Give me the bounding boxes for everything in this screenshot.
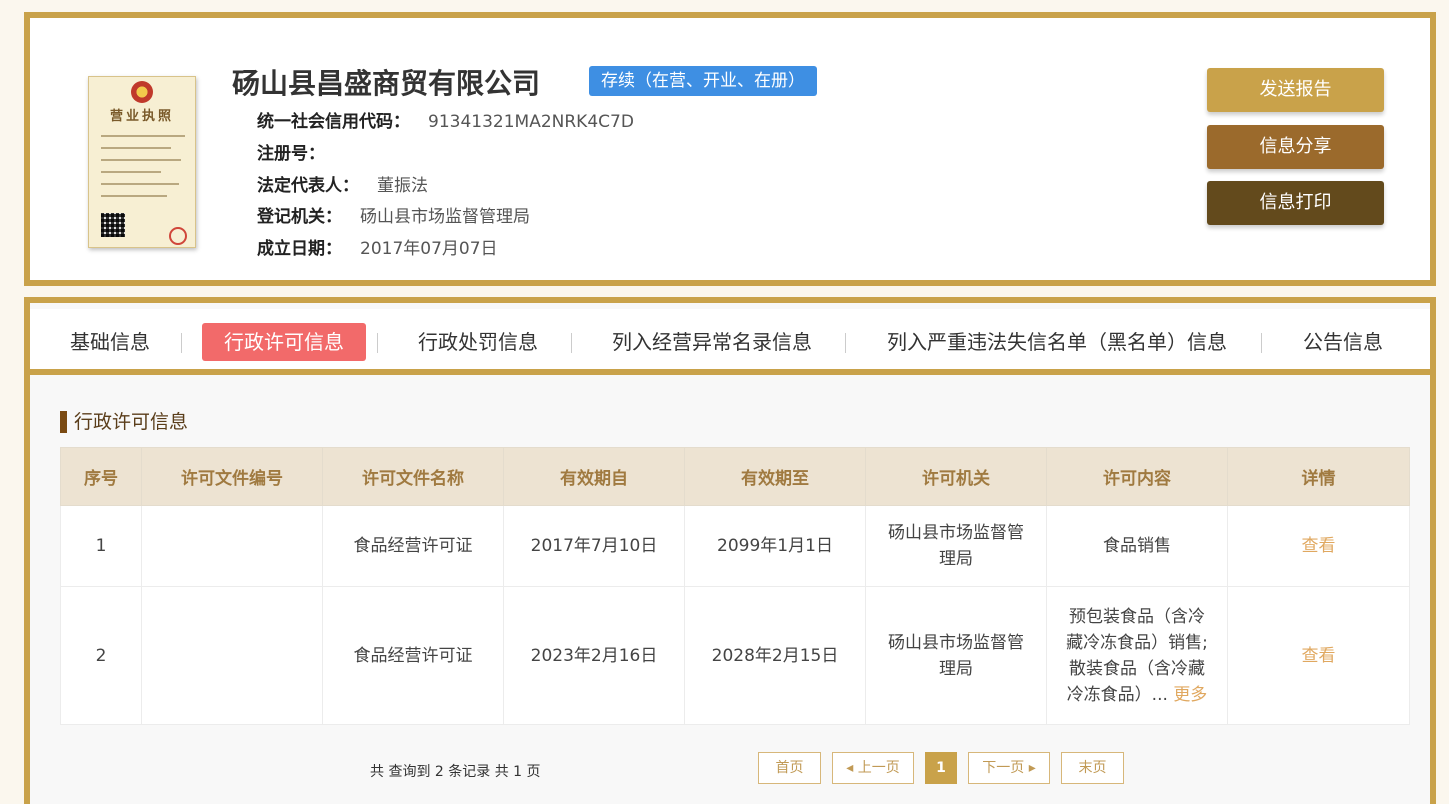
info-label: 统一社会信用代码： [257, 112, 410, 132]
column-header: 有效期自 [503, 447, 685, 506]
info-value: 91341321MA2NRK4C7D [428, 112, 634, 132]
national-emblem-icon [131, 81, 153, 103]
cell-doc-name: 食品经营许可证 [322, 505, 504, 587]
column-header: 许可机关 [865, 447, 1047, 506]
detail-panel: 基础信息 行政许可信息 行政处罚信息 列入经营异常名录信息 列入严重违法失信名单… [24, 297, 1436, 804]
cell-content: 食品销售 [1046, 505, 1228, 587]
license-table: 序号 许可文件编号 许可文件名称 有效期自 有效期至 许可机关 许可内容 详情 … [60, 447, 1410, 725]
content-text: 食品销售 [1103, 536, 1171, 556]
license-text-line [101, 195, 167, 197]
column-header: 许可内容 [1046, 447, 1228, 506]
first-page-button[interactable]: 首页 [758, 752, 821, 784]
cell-authority: 砀山县市场监督管理局 [865, 586, 1047, 725]
info-credit-code: 统一社会信用代码： 91341321MA2NRK4C7D [257, 107, 634, 132]
last-page-button[interactable]: 末页 [1061, 752, 1124, 784]
company-card: 营业执照 砀山县昌盛商贸有限公司 存续（在营、开业、在册） 统一社会信用代码： 9… [24, 12, 1436, 286]
license-text-line [101, 183, 179, 185]
seal-icon [169, 227, 187, 245]
tab-separator [377, 333, 378, 353]
tab-announcements[interactable]: 公告信息 [1281, 323, 1405, 361]
column-header: 详情 [1227, 447, 1410, 506]
send-report-button[interactable]: 发送报告 [1207, 68, 1384, 112]
cell-valid-to: 2028年2月15日 [684, 586, 866, 725]
cell-doc-name: 食品经营许可证 [322, 586, 504, 725]
company-name: 砀山县昌盛商贸有限公司 [232, 67, 541, 100]
tab-separator [181, 333, 182, 353]
cell-no: 2 [60, 586, 142, 725]
cell-valid-from: 2023年2月16日 [503, 586, 685, 725]
qr-code-icon [101, 213, 125, 237]
tab-blacklist[interactable]: 列入严重违法失信名单（黑名单）信息 [865, 323, 1249, 361]
license-text-line [101, 171, 161, 173]
cell-valid-to: 2099年1月1日 [684, 505, 866, 587]
tab-separator [571, 333, 572, 353]
tab-separator [1261, 333, 1262, 353]
tab-separator [845, 333, 846, 353]
table-row: 2 食品经营许可证 2023年2月16日 2028年2月15日 砀山县市场监督管… [60, 586, 1410, 725]
license-text-line [101, 159, 181, 161]
info-value: 董振法 [377, 176, 428, 196]
cell-no: 1 [60, 505, 142, 587]
cell-detail: 查看 [1227, 586, 1410, 725]
record-summary: 共 查询到 2 条记录 共 1 页 [370, 764, 541, 780]
cell-doc-no [141, 505, 323, 587]
tab-admin-penalty[interactable]: 行政处罚信息 [396, 323, 560, 361]
status-badge: 存续（在营、开业、在册） [589, 66, 817, 96]
section-title: 行政许可信息 [60, 411, 188, 433]
current-page-button[interactable]: 1 [925, 752, 957, 784]
cell-valid-from: 2017年7月10日 [503, 505, 685, 587]
info-value: 2017年07月07日 [360, 239, 498, 259]
table-row: 1 食品经营许可证 2017年7月10日 2099年1月1日 砀山县市场监督管理… [60, 505, 1410, 587]
column-header: 许可文件名称 [322, 447, 504, 506]
tab-basic-info[interactable]: 基础信息 [48, 323, 172, 361]
tab-admin-license[interactable]: 行政许可信息 [202, 323, 366, 361]
column-header: 许可文件编号 [141, 447, 323, 506]
info-legal-rep: 法定代表人： 董振法 [257, 171, 428, 196]
business-license-image: 营业执照 [88, 76, 196, 248]
tab-abnormal-list[interactable]: 列入经营异常名录信息 [590, 323, 834, 361]
column-header: 序号 [60, 447, 142, 506]
license-title: 营业执照 [109, 109, 174, 124]
view-detail-link[interactable]: 查看 [1302, 536, 1336, 556]
next-page-button[interactable]: 下一页 ▸ [968, 752, 1050, 784]
cell-detail: 查看 [1227, 505, 1410, 587]
info-established-date: 成立日期： 2017年07月07日 [257, 234, 498, 259]
info-label: 注册号： [257, 144, 325, 164]
cell-authority: 砀山县市场监督管理局 [865, 505, 1047, 587]
info-reg-number: 注册号： [257, 139, 343, 164]
info-label: 登记机关： [257, 207, 342, 227]
cell-doc-no [141, 586, 323, 725]
share-info-button[interactable]: 信息分享 [1207, 125, 1384, 169]
more-link[interactable]: 更多 [1173, 685, 1207, 705]
info-label: 法定代表人： [257, 176, 359, 196]
cell-content: 预包装食品（含冷藏冷冻食品）销售;散装食品（含冷藏冷冻食品）... 更多 [1046, 586, 1228, 725]
prev-page-button[interactable]: ◂ 上一页 [832, 752, 914, 784]
tab-bar: 基础信息 行政许可信息 行政处罚信息 列入经营异常名录信息 列入严重违法失信名单… [30, 309, 1430, 375]
license-text-line [101, 135, 185, 137]
column-header: 有效期至 [684, 447, 866, 506]
info-value: 砀山县市场监督管理局 [360, 207, 530, 227]
license-text-line [101, 147, 171, 149]
print-info-button[interactable]: 信息打印 [1207, 181, 1384, 225]
info-label: 成立日期： [257, 239, 342, 259]
table-header-row: 序号 许可文件编号 许可文件名称 有效期自 有效期至 许可机关 许可内容 详情 [60, 447, 1410, 506]
info-authority: 登记机关： 砀山县市场监督管理局 [257, 202, 530, 227]
view-detail-link[interactable]: 查看 [1302, 646, 1336, 666]
